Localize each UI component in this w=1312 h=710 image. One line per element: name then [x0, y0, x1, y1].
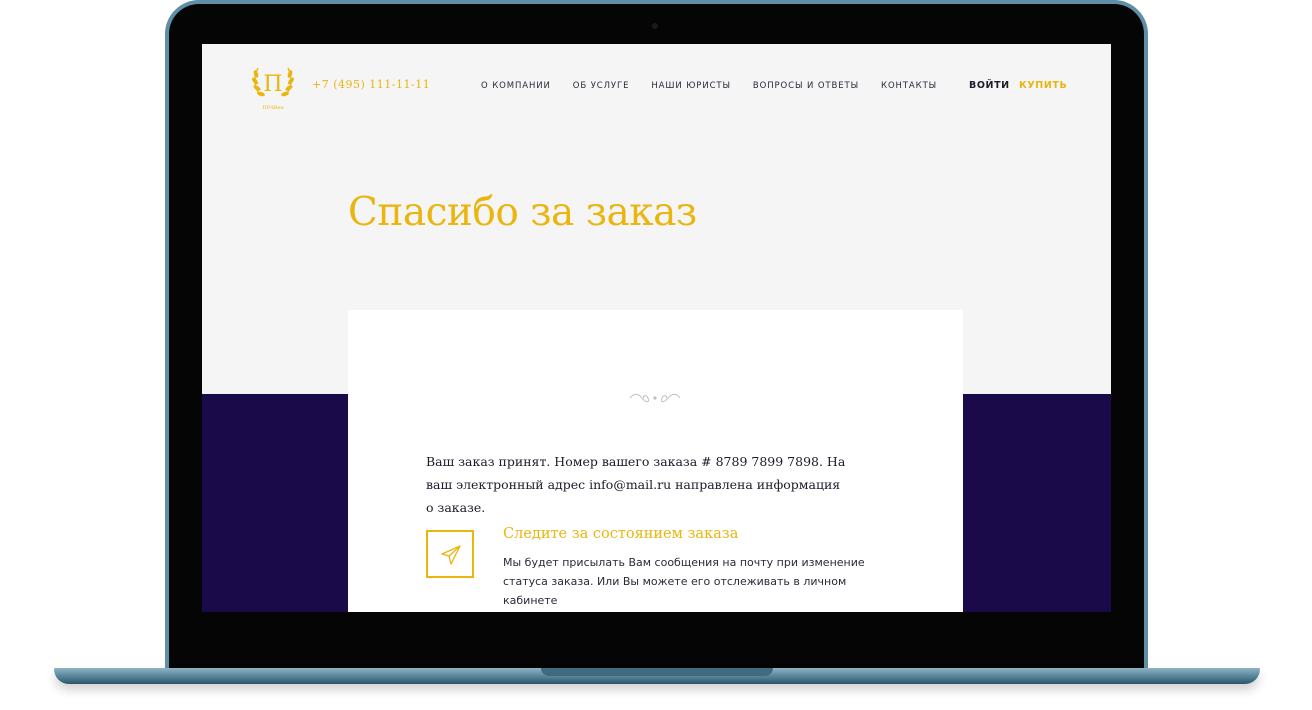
tracking-title: Следите за состоянием заказа: [503, 526, 739, 542]
logo[interactable]: П ПРАВеа: [250, 58, 296, 112]
phone-number[interactable]: +7 (495) 111-11-11: [312, 78, 430, 91]
order-card: Ваш заказ принят. Номер вашего заказа # …: [348, 310, 963, 612]
paper-plane-icon: [441, 545, 461, 565]
nav-item-faq[interactable]: Вопросы и ответы: [753, 81, 859, 91]
buy-button[interactable]: Купить: [1019, 80, 1067, 91]
page-title: Спасибо за заказ: [348, 190, 697, 235]
tracking-description: Мы будет присылать Вам сообщения на почт…: [503, 556, 865, 607]
nav-item-service[interactable]: Об услуге: [573, 81, 630, 91]
site-header: П ПРАВеа +7 (495) 111-11-11 О компании О…: [202, 44, 1111, 134]
buy-label: Купить: [1019, 80, 1068, 91]
logo-letter: П: [263, 72, 282, 97]
login-button[interactable]: Войти: [969, 80, 1010, 91]
camera-dot: [652, 23, 658, 29]
nav-item-company[interactable]: О компании: [481, 81, 551, 91]
ornament-divider-icon: [629, 393, 681, 403]
nav-item-lawyers[interactable]: Наши юристы: [651, 81, 731, 91]
tracking-icon-box: [426, 530, 474, 578]
laurel-logo-icon: П ПРАВеа: [252, 67, 294, 111]
nav-item-contacts[interactable]: Контакты: [881, 81, 937, 91]
laptop-notch: [541, 668, 773, 676]
order-confirmation-text: Ваш заказ принят. Номер вашего заказа # …: [426, 454, 846, 515]
logo-caption: ПРАВеа: [262, 105, 283, 111]
login-label: Войти: [969, 80, 1010, 91]
main-nav: О компании Об услуге Наши юристы Вопросы…: [481, 81, 937, 91]
laptop-screen: П ПРАВеа +7 (495) 111-11-11 О компании О…: [202, 44, 1111, 612]
